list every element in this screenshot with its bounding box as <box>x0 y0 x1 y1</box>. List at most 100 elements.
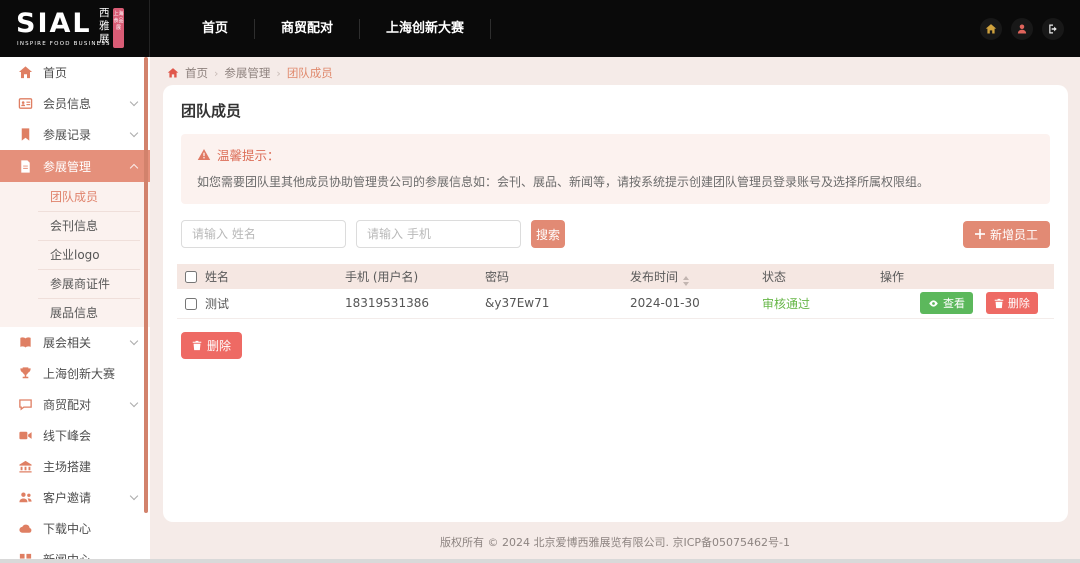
sidebar: 首页 会员信息 参展记录 参展管理 团队成员 会刊信息 企业logo 参展商证件… <box>0 57 150 563</box>
cell-name: 测试 <box>205 289 345 318</box>
bookmark-icon <box>18 127 33 142</box>
sidebar-item-member-info[interactable]: 会员信息 <box>0 88 150 119</box>
sidebar-item-offline-summit[interactable]: 线下峰会 <box>0 420 150 451</box>
chat-icon <box>18 397 33 412</box>
sial-logo[interactable]: SIAL INSPIRE FOOD BUSINESS 西雅展 上海食品展 <box>0 0 150 57</box>
members-table: 姓名 手机 (用户名) 密码 发布时间 状态 操作 测试 183195 <box>177 264 1054 319</box>
trophy-icon <box>18 366 33 381</box>
sidebar-item-label: 主场搭建 <box>43 458 137 475</box>
breadcrumb-home[interactable]: 首页 <box>185 65 208 81</box>
header-password: 密码 <box>485 264 630 289</box>
batch-delete-button[interactable]: 删除 <box>181 332 242 359</box>
name-search-input[interactable] <box>181 220 346 248</box>
video-camera-icon <box>18 428 33 443</box>
cloud-download-icon <box>18 521 33 536</box>
sidebar-item-business-matching[interactable]: 商贸配对 <box>0 389 150 420</box>
breadcrumb: 首页 › 参展管理 › 团队成员 <box>150 60 1080 86</box>
view-button-label: 查看 <box>943 295 965 311</box>
sidebar-item-home[interactable]: 首页 <box>0 57 150 88</box>
chevron-down-icon <box>130 399 138 407</box>
plus-icon <box>975 229 985 239</box>
logo-brand-text: SIAL <box>16 8 92 39</box>
building-icon <box>18 459 33 474</box>
chevron-down-icon <box>130 129 138 137</box>
sidebar-item-label: 下载中心 <box>43 520 137 537</box>
breadcrumb-separator: › <box>214 67 218 80</box>
select-all-checkbox[interactable] <box>185 271 197 283</box>
breadcrumb-section[interactable]: 参展管理 <box>224 65 270 81</box>
view-button[interactable]: 查看 <box>920 292 973 314</box>
home-icon <box>18 65 33 80</box>
cell-password: &y37Ew71 <box>485 289 630 318</box>
top-navigation: 首页 商贸配对 上海创新大赛 <box>176 0 491 57</box>
users-icon <box>18 490 33 505</box>
id-card-icon <box>18 96 33 111</box>
sidebar-item-label: 展会相关 <box>43 334 131 351</box>
header-phone: 手机 (用户名) <box>345 264 485 289</box>
sidebar-item-label: 线下峰会 <box>43 427 137 444</box>
logo-cn-vertical: 西雅展 <box>99 7 111 46</box>
header-actions: 操作 <box>880 264 1054 289</box>
header-status: 状态 <box>762 264 880 289</box>
chevron-down-icon <box>130 492 138 500</box>
header-publish-time: 发布时间 <box>630 264 762 289</box>
sidebar-item-exhibit-records[interactable]: 参展记录 <box>0 119 150 150</box>
submenu-item-team-members[interactable]: 团队成员 <box>0 182 150 211</box>
sidebar-item-innovation-contest[interactable]: 上海创新大赛 <box>0 358 150 389</box>
user-icon[interactable] <box>1011 18 1033 40</box>
toolbar: 搜索 新增员工 <box>181 220 1050 248</box>
sidebar-item-expo-related[interactable]: 展会相关 <box>0 327 150 358</box>
logo-badge: 上海食品展 <box>113 8 124 48</box>
notice-title-row: 温馨提示： <box>197 145 1034 164</box>
add-employee-button[interactable]: 新增员工 <box>963 221 1050 248</box>
sidebar-item-label: 参展记录 <box>43 126 131 143</box>
chevron-down-icon <box>130 98 138 106</box>
document-icon <box>18 159 33 174</box>
submenu-item-exhibitor-badge[interactable]: 参展商证件 <box>0 269 150 298</box>
chevron-down-icon <box>130 337 138 345</box>
sidebar-item-label: 商贸配对 <box>43 396 131 413</box>
sidebar-item-customer-invitation[interactable]: 客户邀请 <box>0 482 150 513</box>
footer-copyright: 版权所有 © 2024 北京爱博西雅展览有限公司. 京ICP备05075462号… <box>150 534 1080 550</box>
sidebar-item-venue-construction[interactable]: 主场搭建 <box>0 451 150 482</box>
phone-search-input[interactable] <box>356 220 521 248</box>
sort-icon[interactable] <box>683 276 689 286</box>
trash-icon <box>994 298 1004 309</box>
sidebar-item-label: 上海创新大赛 <box>43 365 137 382</box>
sidebar-item-exhibit-management[interactable]: 参展管理 <box>0 150 150 182</box>
sidebar-item-download-center[interactable]: 下载中心 <box>0 513 150 544</box>
eye-icon <box>928 298 939 309</box>
delete-button[interactable]: 删除 <box>986 292 1038 314</box>
main-content: 首页 › 参展管理 › 团队成员 团队成员 温馨提示： 如您需要团队里其他成员协… <box>150 57 1080 563</box>
logo-tagline: INSPIRE FOOD BUSINESS <box>17 41 111 47</box>
delete-button-label: 删除 <box>1008 295 1030 311</box>
chevron-up-icon <box>130 163 138 171</box>
logout-icon[interactable] <box>1042 18 1064 40</box>
book-icon <box>18 335 33 350</box>
status-badge: 审核通过 <box>762 289 880 318</box>
header-name: 姓名 <box>205 264 345 289</box>
search-button[interactable]: 搜索 <box>531 220 565 248</box>
cell-phone: 18319531386 <box>345 289 485 318</box>
content-card: 团队成员 温馨提示： 如您需要团队里其他成员协助管理贵公司的参展信息如：会刊、展… <box>163 85 1068 522</box>
breadcrumb-separator: › <box>276 67 280 80</box>
nav-item-business-matching[interactable]: 商贸配对 <box>255 19 360 39</box>
submenu-item-exhibit-info[interactable]: 展品信息 <box>0 298 150 327</box>
sidebar-submenu-exhibit-management: 团队成员 会刊信息 企业logo 参展商证件 展品信息 <box>0 182 150 327</box>
sidebar-item-label: 首页 <box>43 64 137 81</box>
warning-icon <box>197 148 211 161</box>
notice-title-text: 温馨提示： <box>217 145 280 164</box>
sidebar-scrollbar[interactable] <box>144 57 148 513</box>
row-checkbox[interactable] <box>185 298 197 310</box>
nav-item-innovation-contest[interactable]: 上海创新大赛 <box>360 19 491 39</box>
notice-box: 温馨提示： 如您需要团队里其他成员协助管理贵公司的参展信息如：会刊、展品、新闻等… <box>181 134 1050 204</box>
home-icon[interactable] <box>980 18 1002 40</box>
submenu-item-company-logo[interactable]: 企业logo <box>0 240 150 269</box>
window-bottom-edge <box>0 559 1080 563</box>
home-icon <box>167 67 179 79</box>
sidebar-item-label: 会员信息 <box>43 95 131 112</box>
sidebar-item-label: 参展管理 <box>43 158 131 175</box>
nav-item-home[interactable]: 首页 <box>176 19 255 39</box>
table-header-row: 姓名 手机 (用户名) 密码 发布时间 状态 操作 <box>177 264 1054 289</box>
submenu-item-catalogue-info[interactable]: 会刊信息 <box>0 211 150 240</box>
